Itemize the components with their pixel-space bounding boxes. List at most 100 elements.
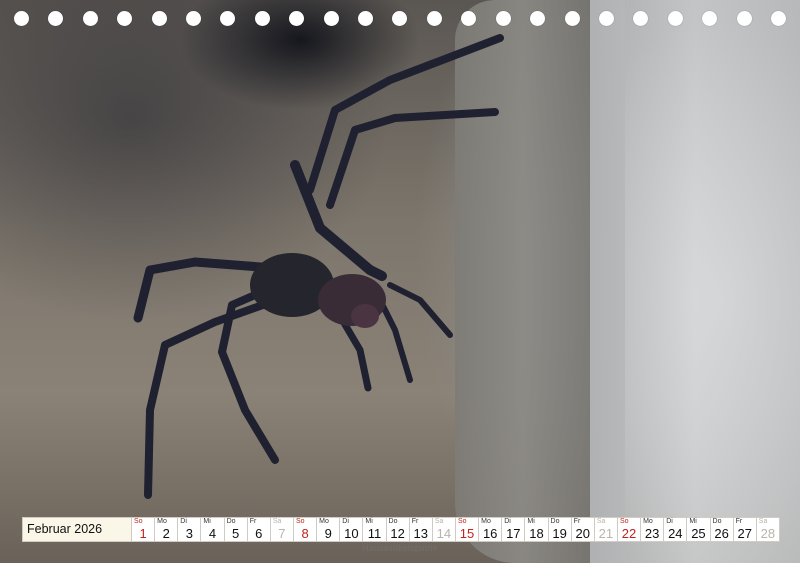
weekday-label: Di [504, 518, 511, 525]
punch-hole [358, 11, 374, 26]
punch-hole [14, 11, 29, 26]
calendar-day: So 15 [454, 518, 479, 541]
day-number: 3 [185, 526, 193, 541]
punch-hole [48, 11, 64, 26]
punch-hole [117, 11, 133, 26]
photo-caption: Hauswinkelspinne [362, 543, 438, 553]
day-number: 28 [760, 526, 776, 541]
weekday-label: Mo [319, 518, 329, 525]
calendar-day: So 22 [616, 518, 641, 541]
calendar-day: So 8 [292, 518, 317, 541]
day-number: 22 [621, 526, 637, 541]
calendar-day: So 1 [131, 518, 155, 541]
punch-hole [530, 11, 546, 26]
calendar-day: Mo 9 [316, 518, 340, 541]
calendar-day: Fr 27 [732, 518, 756, 541]
day-number: 26 [714, 526, 729, 541]
calendar-day: Sa 14 [431, 518, 455, 541]
weekday-label: Di [180, 518, 187, 525]
weekday-label: Mi [203, 518, 211, 525]
weekday-label: Mo [157, 518, 167, 525]
punch-hole [633, 11, 649, 26]
punch-hole [667, 11, 683, 26]
day-number: 1 [139, 526, 147, 541]
calendar-day: Mi 11 [362, 518, 386, 541]
punch-hole [702, 11, 718, 26]
day-number: 16 [482, 526, 498, 541]
day-number: 9 [324, 526, 332, 541]
day-number: 6 [255, 526, 263, 541]
day-number: 17 [506, 526, 521, 541]
calendar-day: Sa 21 [593, 518, 617, 541]
weekday-label: Sa [758, 518, 768, 525]
day-number: 15 [459, 526, 475, 541]
day-number: 18 [529, 526, 544, 541]
punch-hole [598, 11, 614, 26]
weekday-label: Mo [481, 518, 491, 525]
day-number: 24 [668, 526, 683, 541]
day-number: 25 [691, 526, 706, 541]
weekday-label: So [134, 518, 143, 525]
spider-illustration [133, 34, 504, 499]
punch-hole [564, 11, 580, 26]
day-number: 23 [644, 526, 660, 541]
day-number: 7 [278, 526, 286, 541]
calendar-day: Fr 6 [246, 518, 270, 541]
calendar-day: Mi 25 [686, 518, 710, 541]
weekday-label: Do [226, 518, 236, 525]
day-number: 12 [390, 526, 405, 541]
calendar-day: Do 26 [709, 518, 733, 541]
punch-hole [186, 11, 202, 26]
weekday-label: Do [550, 518, 560, 525]
day-number: 21 [598, 526, 614, 541]
day-number: 19 [552, 526, 567, 541]
day-cells: So 1 Mo 2 Di 3 Mi 4 Do 5 Fr 6 Sa 7 So 8 Mo 9 Di 10 Mi 11 Do 12 F… [131, 518, 779, 541]
calendar-day: Mo 23 [640, 518, 664, 541]
calendar-day: Do 19 [547, 518, 571, 541]
calendar-day: Fr 20 [570, 518, 594, 541]
day-number: 4 [208, 526, 217, 541]
calendar-day: Fr 13 [408, 518, 432, 541]
calendar-day: Sa 7 [269, 518, 293, 541]
weekday-label: Sa [434, 518, 444, 525]
day-number: 20 [575, 526, 590, 541]
weekday-label: Fr [249, 518, 257, 525]
weekday-label: Mi [689, 518, 697, 525]
day-number: 11 [367, 526, 382, 541]
weekday-label: Di [342, 518, 349, 525]
punch-hole-row [14, 11, 786, 27]
weekday-label: So [295, 518, 305, 525]
punch-hole [220, 11, 236, 26]
punch-hole [82, 11, 98, 26]
weekday-label: Di [666, 518, 673, 525]
punch-hole [392, 11, 408, 26]
punch-hole [151, 11, 167, 26]
punch-hole [426, 11, 442, 26]
calendar-day: Mo 16 [478, 518, 502, 541]
weekday-label: So [619, 518, 629, 525]
day-number: 5 [232, 526, 240, 541]
calendar-day: Sa 28 [755, 518, 779, 541]
day-number: 2 [162, 526, 170, 541]
day-number: 10 [344, 526, 359, 541]
punch-hole [461, 11, 477, 26]
calendar-day: Di 3 [177, 518, 201, 541]
day-number: 27 [737, 526, 752, 541]
day-number: 14 [436, 526, 452, 541]
weekday-label: Fr [735, 518, 743, 525]
weekday-label: So [457, 518, 467, 525]
weekday-label: Do [712, 518, 722, 525]
weekday-label: Mi [365, 518, 373, 525]
calendar-day: Mi 18 [524, 518, 548, 541]
punch-hole [736, 11, 752, 26]
punch-hole [254, 11, 270, 26]
weekday-label: Sa [596, 518, 606, 525]
calendar-day: Do 5 [223, 518, 247, 541]
punch-hole [323, 11, 339, 26]
weekday-label: Fr [411, 518, 419, 525]
calendar-day: Do 12 [385, 518, 409, 541]
punch-hole [495, 11, 511, 26]
weekday-label: Sa [272, 518, 282, 525]
month-label: Februar 2026 [23, 518, 131, 541]
weekday-label: Mi [527, 518, 535, 525]
